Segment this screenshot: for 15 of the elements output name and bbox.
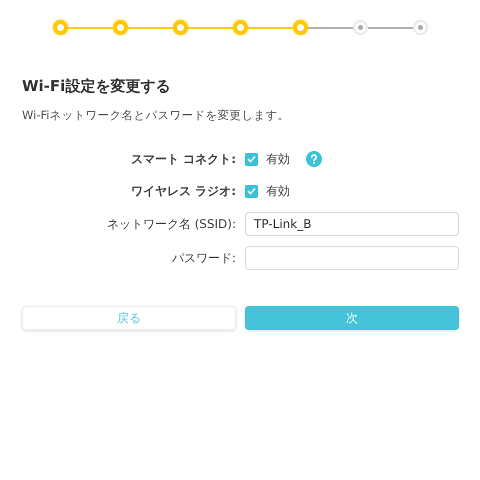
next-button[interactable]: 次 [245,306,459,330]
help-icon[interactable] [306,151,322,167]
text-field[interactable] [245,246,459,270]
page-description: Wi-Fiネットワーク名とパスワードを変更します。 [22,108,290,123]
field-label: パスワード: [170,250,236,266]
option-label: 有効 [266,150,290,168]
text-field[interactable]: TP-Link_B [245,212,459,236]
field-label: ネットワーク名 (SSID): [106,216,236,232]
checkbox[interactable] [245,184,258,198]
field-label: スマート コネクト: [130,150,236,168]
page-title: Wi-Fi設定を変更する [22,77,172,96]
back-button[interactable]: 戻る [22,306,236,330]
checkbox[interactable] [245,152,258,166]
option-label: 有効 [266,182,290,200]
field-label: ワイヤレス ラジオ: [130,182,236,200]
